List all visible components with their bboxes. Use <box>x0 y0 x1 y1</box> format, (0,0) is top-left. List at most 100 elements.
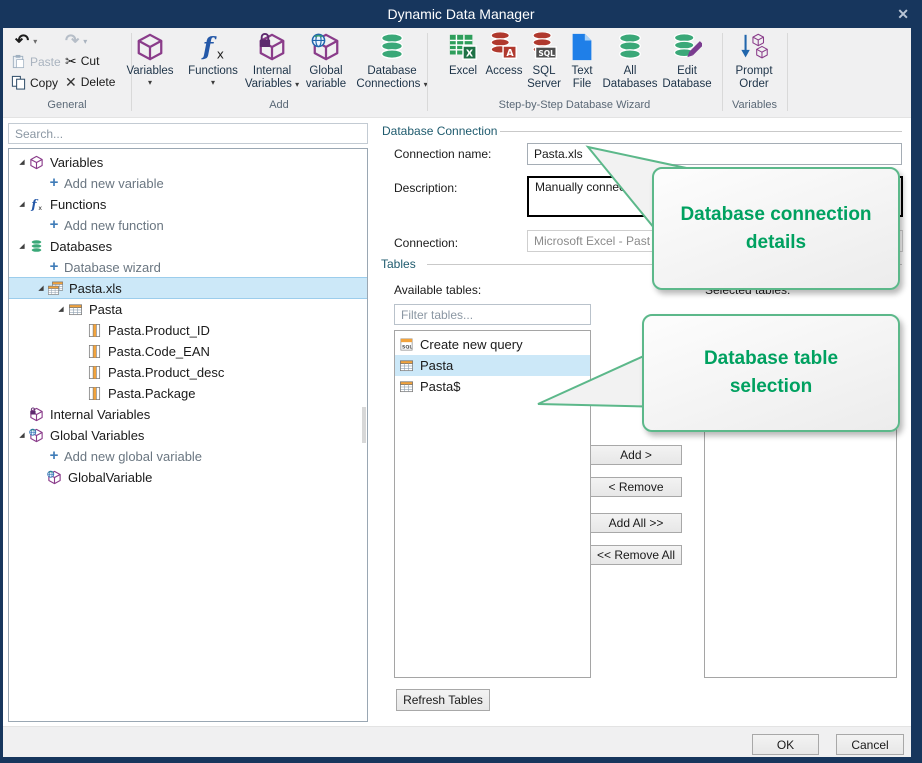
copy-button[interactable]: Copy <box>11 75 58 90</box>
tree-item-add-new-function[interactable]: + Add new function <box>9 215 367 235</box>
add-table-button[interactable]: Add > <box>590 445 682 465</box>
tree-item-field-package[interactable]: Pasta.Package <box>9 383 367 403</box>
expander-icon[interactable]: ◢ <box>15 431 29 439</box>
tree-item-field-product-id[interactable]: Pasta.Product_ID <box>9 320 367 340</box>
footer-bar: OK Cancel <box>3 726 911 757</box>
chevron-down-icon: ▾ <box>33 37 37 46</box>
table-icon <box>68 302 83 317</box>
group-label-variables: Variables <box>722 99 787 111</box>
global-variable-button[interactable]: Global variable <box>299 32 353 90</box>
expander-icon[interactable]: ◢ <box>15 242 29 250</box>
list-item-label: Pasta <box>420 358 453 373</box>
tree-item-add-new-global-variable[interactable]: + Add new global variable <box>9 446 367 466</box>
table-column-icon <box>87 365 102 380</box>
global-variable-globe-cube-icon <box>47 470 62 485</box>
global-variable-globe-cube-icon <box>29 428 44 443</box>
tree-scrollbar-thumb[interactable] <box>362 407 366 443</box>
tree-item-pasta-table[interactable]: ◢ Pasta <box>9 299 367 319</box>
tree-item-globalvariable[interactable]: GlobalVariable <box>9 467 367 487</box>
chevron-down-icon: ▾ <box>211 78 215 87</box>
scissors-icon: ✂ <box>65 54 77 68</box>
prompt-order-icon <box>739 32 769 62</box>
access-wizard-button[interactable]: Access <box>481 32 527 78</box>
window-title: Dynamic Data Manager <box>387 6 534 22</box>
list-item-pasta[interactable]: Pasta <box>395 355 590 376</box>
tree-item-field-product-desc[interactable]: Pasta.Product_desc <box>9 362 367 382</box>
refresh-tables-button[interactable]: Refresh Tables <box>396 689 490 711</box>
excel-label: Excel <box>449 65 477 78</box>
tree-item-internal-variables[interactable]: Internal Variables <box>9 404 367 424</box>
tree-item-label: Pasta.Product_ID <box>108 323 210 338</box>
description-label: Description: <box>394 181 457 195</box>
cut-button[interactable]: ✂ Cut <box>65 54 99 68</box>
access-label: Access <box>485 65 522 78</box>
sql-query-icon <box>399 337 414 352</box>
expander-icon[interactable]: ◢ <box>15 158 29 166</box>
database-connections-label-2: Connections ▾ <box>356 78 427 91</box>
tree-item-label: Functions <box>50 197 106 212</box>
internal-variables-button[interactable]: Internal Variables ▾ <box>243 32 301 90</box>
filter-tables-input[interactable] <box>394 304 591 325</box>
paste-button[interactable]: Paste <box>11 54 61 69</box>
available-tables-label: Available tables: <box>394 283 481 297</box>
delete-button[interactable]: ✕ Delete <box>65 75 115 89</box>
prompt-order-button[interactable]: Prompt Order <box>726 32 782 90</box>
ok-button[interactable]: OK <box>752 734 819 755</box>
tree-item-functions[interactable]: ◢ Functions <box>9 194 367 214</box>
expander-icon[interactable]: ◢ <box>34 284 48 292</box>
redo-icon: ↷ <box>65 33 79 49</box>
app-surface: ↶ ▾ ↷ ▾ Paste ✂ Cut Copy ✕ Delete <box>3 28 911 757</box>
redo-button[interactable]: ↷ ▾ <box>65 33 87 49</box>
text-file-wizard-button[interactable]: Text File <box>563 32 601 90</box>
edit-database-label-1: Edit <box>677 65 697 78</box>
tree-item-global-variables[interactable]: ◢ Global Variables <box>9 425 367 445</box>
connection-label: Connection: <box>394 236 458 250</box>
remove-all-tables-button[interactable]: << Remove All <box>590 545 682 565</box>
plus-icon: + <box>47 176 61 190</box>
function-fx-icon <box>29 197 44 212</box>
excel-wizard-button[interactable]: Excel <box>444 32 482 78</box>
functions-button[interactable]: Functions ▾ <box>186 32 240 87</box>
edit-database-button[interactable]: Edit Database <box>658 32 716 90</box>
tree-item-add-new-variable[interactable]: + Add new variable <box>9 173 367 193</box>
list-item-create-new-query[interactable]: Create new query <box>395 334 590 355</box>
delete-x-icon: ✕ <box>65 75 77 89</box>
table-column-icon <box>87 386 102 401</box>
tree-item-databases[interactable]: ◢ Databases <box>9 236 367 256</box>
tree-item-pasta-xls[interactable]: ◢ Pasta.xls <box>9 278 367 298</box>
all-databases-button[interactable]: All Databases <box>600 32 660 90</box>
prompt-order-label-1: Prompt <box>735 65 772 78</box>
sql-server-wizard-button[interactable]: SQL Server <box>523 32 565 90</box>
tree-item-label: Add new global variable <box>64 449 202 464</box>
variable-cube-icon <box>29 155 44 170</box>
tree-item-label: Pasta.Package <box>108 386 195 401</box>
close-icon[interactable]: ✕ <box>897 6 909 22</box>
cancel-button[interactable]: Cancel <box>836 734 904 755</box>
ribbon: ↶ ▾ ↷ ▾ Paste ✂ Cut Copy ✕ Delete <box>3 28 911 118</box>
global-variable-label-2: variable <box>306 78 346 91</box>
expander-icon[interactable]: ◢ <box>54 305 68 313</box>
chevron-down-icon: ▾ <box>148 78 152 87</box>
tree-item-field-code-ean[interactable]: Pasta.Code_EAN <box>9 341 367 361</box>
variables-button[interactable]: Variables ▾ <box>124 32 176 87</box>
database-connections-button[interactable]: Database Connections ▾ <box>355 32 429 90</box>
tree-item-database-wizard[interactable]: + Database wizard <box>9 257 367 277</box>
list-item-label: Pasta$ <box>420 379 460 394</box>
tables-stack-icon <box>48 281 63 296</box>
paste-label: Paste <box>30 55 61 69</box>
tree-item-label: Add new function <box>64 218 164 233</box>
access-icon <box>489 32 519 62</box>
tree-item-variables[interactable]: ◢ Variables <box>9 152 367 172</box>
search-input[interactable] <box>8 123 368 144</box>
add-all-tables-button[interactable]: Add All >> <box>590 513 682 533</box>
undo-button[interactable]: ↶ ▾ <box>15 33 37 49</box>
text-file-label-2: File <box>573 78 592 91</box>
database-stack-icon <box>377 32 407 62</box>
connection-name-input[interactable] <box>527 143 902 165</box>
tree-item-label: Variables <box>50 155 103 170</box>
list-item-pasta-dollar[interactable]: Pasta$ <box>395 376 590 397</box>
group-label-general: General <box>3 99 131 111</box>
sql-server-label-2: Server <box>527 78 561 91</box>
remove-table-button[interactable]: < Remove <box>590 477 682 497</box>
expander-icon[interactable]: ◢ <box>15 200 29 208</box>
